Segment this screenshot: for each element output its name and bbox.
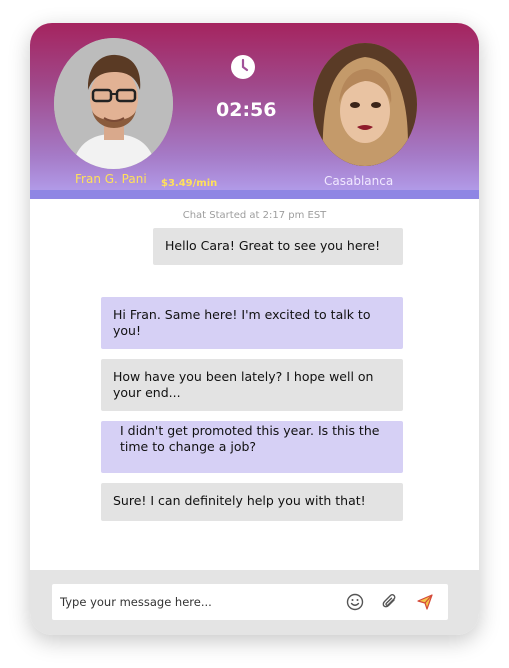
paper-plane-icon[interactable] xyxy=(415,592,435,612)
smiley-icon[interactable] xyxy=(345,592,365,612)
chat-started-label: Chat Started at 2:17 pm EST xyxy=(182,210,327,221)
callee-name: Casablanca xyxy=(324,174,394,188)
composer-bar xyxy=(30,570,479,635)
callee-avatar xyxy=(313,43,417,166)
caller-avatar xyxy=(54,38,173,169)
caller-rate: $3.49/min xyxy=(161,178,218,189)
message-bubble: Hello Cara! Great to see you here! xyxy=(153,228,403,265)
call-header: Fran G. Pani $3.49/min Casablanca 02:56 xyxy=(30,23,479,199)
clock-icon xyxy=(230,54,256,80)
message-bubble: I didn't get promoted this year. Is this… xyxy=(101,421,403,473)
call-timer: 02:56 xyxy=(216,99,277,121)
chat-area[interactable]: Chat Started at 2:17 pm EST Hello Cara! … xyxy=(30,199,479,570)
message-input[interactable] xyxy=(60,588,330,616)
caller-name: Fran G. Pani xyxy=(75,172,147,186)
chat-card: Fran G. Pani $3.49/min Casablanca 02:56 … xyxy=(30,23,479,635)
composer-box xyxy=(52,584,448,620)
message-bubble: Sure! I can definitely help you with tha… xyxy=(101,483,403,521)
paperclip-icon[interactable] xyxy=(380,592,400,612)
message-bubble: How have you been lately? I hope well on… xyxy=(101,359,403,411)
header-accent-bar xyxy=(30,190,479,199)
message-bubble: Hi Fran. Same here! I'm excited to talk … xyxy=(101,297,403,349)
